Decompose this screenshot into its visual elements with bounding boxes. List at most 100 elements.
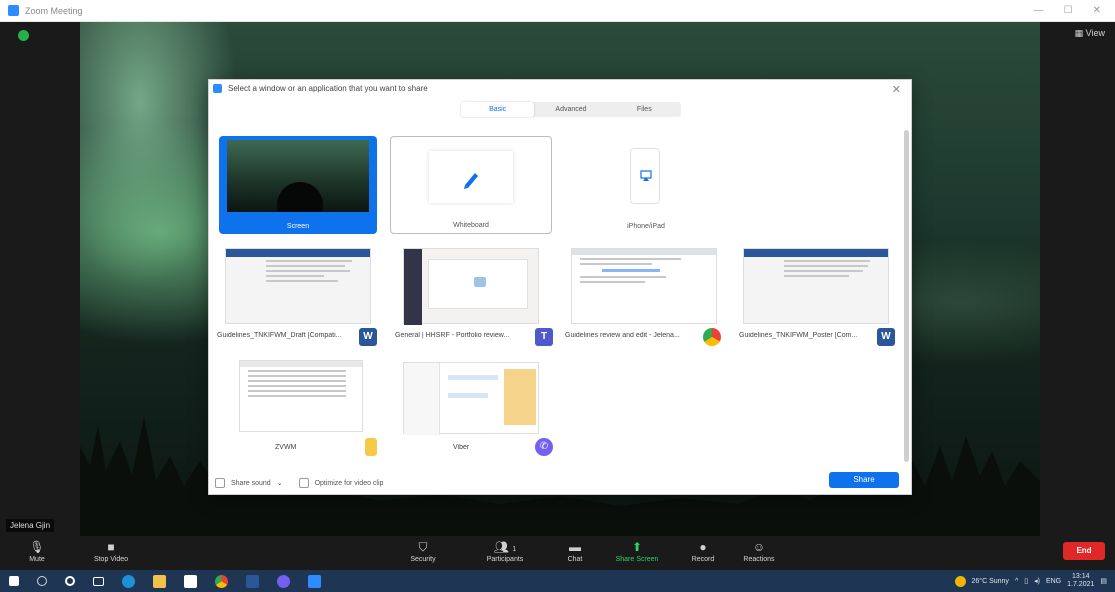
chat-icon: ▬ bbox=[569, 540, 581, 554]
tile-label-screen: Screen bbox=[286, 223, 310, 230]
minimize-icon[interactable]: — bbox=[1034, 5, 1044, 16]
stop-video-button[interactable]: ■ Stop Video bbox=[76, 538, 146, 563]
tab-advanced[interactable]: Advanced bbox=[534, 102, 607, 117]
mic-icon: 🎙︎ bbox=[29, 540, 45, 554]
store-icon[interactable] bbox=[184, 574, 197, 588]
close-window-icon[interactable]: ✕ bbox=[1093, 5, 1101, 16]
clock-date: 1.7.2021 bbox=[1067, 581, 1095, 588]
whiteboard-thumbnail bbox=[429, 151, 513, 203]
network-icon[interactable]: ▯ bbox=[1024, 577, 1028, 585]
clock-time: 13:14 bbox=[1071, 573, 1090, 580]
smile-icon: ☺ bbox=[752, 540, 766, 554]
word-icon: W bbox=[359, 328, 377, 346]
chat-button[interactable]: ▬ Chat bbox=[540, 538, 610, 563]
share-sound-label: Share sound bbox=[231, 479, 271, 487]
camera-icon: ■ bbox=[107, 540, 115, 554]
windows-start-icon[interactable] bbox=[9, 576, 19, 586]
end-meeting-button[interactable]: End bbox=[1063, 542, 1105, 560]
chrome-icon bbox=[703, 328, 721, 346]
share-window-teams[interactable]: General | HHSRF - Portfolio review... T bbox=[395, 246, 555, 346]
window-thumbnail bbox=[403, 362, 539, 435]
optimize-video-label: Optimize for video clip bbox=[314, 479, 384, 487]
system-tray: 26°C Sunny ^ ▯ ◂) ENG 13:14 1.7.2021 ▤ bbox=[954, 570, 1107, 592]
cortana-icon[interactable] bbox=[65, 576, 75, 586]
dialog-footer: Share sound ⌄ Optimize for video clip bbox=[215, 478, 383, 488]
share-window-viber[interactable]: Viber ✆ bbox=[395, 358, 555, 458]
dialog-close-icon[interactable]: ✕ bbox=[892, 83, 901, 96]
volume-icon[interactable]: ◂) bbox=[1034, 577, 1040, 585]
tile-label-iphone-ipad: iPhone/iPad bbox=[627, 223, 665, 230]
tab-files[interactable]: Files bbox=[608, 102, 681, 117]
chevron-down-icon[interactable]: ⌄ bbox=[277, 479, 283, 487]
share-button[interactable]: Share bbox=[829, 472, 899, 488]
iphone-thumbnail bbox=[630, 148, 660, 204]
window-thumbnail bbox=[239, 360, 363, 432]
security-label: Security bbox=[410, 556, 436, 563]
window-titlebar: Zoom Meeting — ☐ ✕ bbox=[0, 0, 1115, 22]
participants-count: 1 bbox=[512, 546, 517, 553]
zoom-icon[interactable] bbox=[308, 574, 321, 588]
window-thumbnail bbox=[571, 248, 717, 324]
airplay-icon bbox=[640, 170, 652, 181]
tab-basic[interactable]: Basic bbox=[461, 102, 535, 117]
share-screen-dialog: Select a window or an application that y… bbox=[208, 79, 912, 495]
mute-button[interactable]: 🎙︎ Mute bbox=[6, 538, 68, 563]
tile-label-whiteboard: Whiteboard bbox=[453, 222, 489, 229]
window-label: Guidelines_TNKIFWM_Draft [Compati... bbox=[217, 332, 342, 339]
share-tile-screen[interactable]: Screen bbox=[219, 136, 377, 234]
share-window-file-explorer[interactable]: ZVWM bbox=[217, 358, 377, 458]
pen-icon bbox=[464, 173, 478, 189]
participants-button[interactable]: 👥︎ 1 Participants bbox=[470, 538, 540, 563]
view-button[interactable]: ▦ View bbox=[1075, 28, 1105, 39]
share-window-word-draft[interactable]: Guidelines_TNKIFWM_Draft [Compati... W bbox=[217, 246, 377, 346]
word-icon[interactable] bbox=[246, 574, 259, 588]
share-sound-checkbox[interactable] bbox=[215, 478, 225, 488]
optimize-video-checkbox[interactable] bbox=[298, 478, 309, 488]
share-screen-button[interactable]: ⬆ Share Screen bbox=[602, 538, 672, 563]
chrome-icon[interactable] bbox=[215, 574, 228, 588]
clock[interactable]: 13:14 1.7.2021 bbox=[1067, 573, 1094, 589]
chevron-up-icon[interactable]: ^ bbox=[1015, 578, 1018, 585]
share-window-chrome[interactable]: Guidelines review and edit - Jelena... bbox=[565, 246, 725, 346]
mute-label: Mute bbox=[29, 556, 45, 563]
window-label: General | HHSRF - Portfolio review... bbox=[395, 332, 510, 339]
participants-label: Participants bbox=[486, 556, 524, 563]
windows-taskbar: 26°C Sunny ^ ▯ ◂) ENG 13:14 1.7.2021 ▤ bbox=[0, 570, 1115, 592]
window-label: Viber bbox=[453, 444, 470, 451]
notifications-icon[interactable]: ▤ bbox=[1100, 577, 1107, 585]
security-button[interactable]: ⛉ Security bbox=[388, 538, 458, 563]
connection-status-icon bbox=[18, 30, 29, 41]
folder-icon bbox=[365, 438, 377, 456]
edge-icon[interactable] bbox=[122, 574, 135, 588]
window-controls: — ☐ ✕ bbox=[1034, 5, 1101, 16]
share-screen-icon: ⬆ bbox=[631, 540, 643, 554]
zoom-logo-icon bbox=[8, 5, 19, 16]
shield-icon: ⛉ bbox=[418, 540, 428, 554]
reactions-button[interactable]: ☺ Reactions bbox=[724, 538, 794, 563]
share-tile-iphone-ipad[interactable]: iPhone/iPad bbox=[565, 136, 727, 234]
task-view-icon[interactable] bbox=[93, 576, 104, 586]
zoom-logo-icon bbox=[213, 83, 222, 93]
viber-icon: ✆ bbox=[535, 438, 553, 456]
people-icon: 👥︎ 1 bbox=[493, 540, 517, 554]
chat-label: Chat bbox=[567, 556, 583, 563]
share-window-word-poster[interactable]: Guidelines_TNKIFWM_Poster [Com... W bbox=[739, 246, 899, 346]
language-indicator[interactable]: ENG bbox=[1046, 578, 1061, 585]
viber-icon[interactable] bbox=[277, 574, 290, 588]
view-label: View bbox=[1085, 28, 1105, 38]
record-label: Record bbox=[691, 556, 715, 563]
file-explorer-icon[interactable] bbox=[153, 574, 166, 588]
maximize-icon[interactable]: ☐ bbox=[1064, 5, 1073, 16]
word-icon: W bbox=[877, 328, 895, 346]
window-label: Guidelines_TNKIFWM_Poster [Com... bbox=[739, 332, 858, 339]
share-tile-whiteboard[interactable]: Whiteboard bbox=[390, 136, 552, 234]
search-icon[interactable] bbox=[37, 576, 47, 586]
share-screen-label: Share Screen bbox=[615, 556, 659, 563]
share-tabs: Basic Advanced Files bbox=[461, 102, 681, 117]
participant-name-tag: Jelena Gjin bbox=[6, 519, 55, 532]
reactions-label: Reactions bbox=[743, 556, 775, 563]
window-thumbnail bbox=[225, 248, 371, 324]
window-thumbnail bbox=[743, 248, 889, 324]
dialog-scrollbar[interactable] bbox=[904, 130, 909, 462]
window-thumbnail bbox=[403, 248, 539, 325]
